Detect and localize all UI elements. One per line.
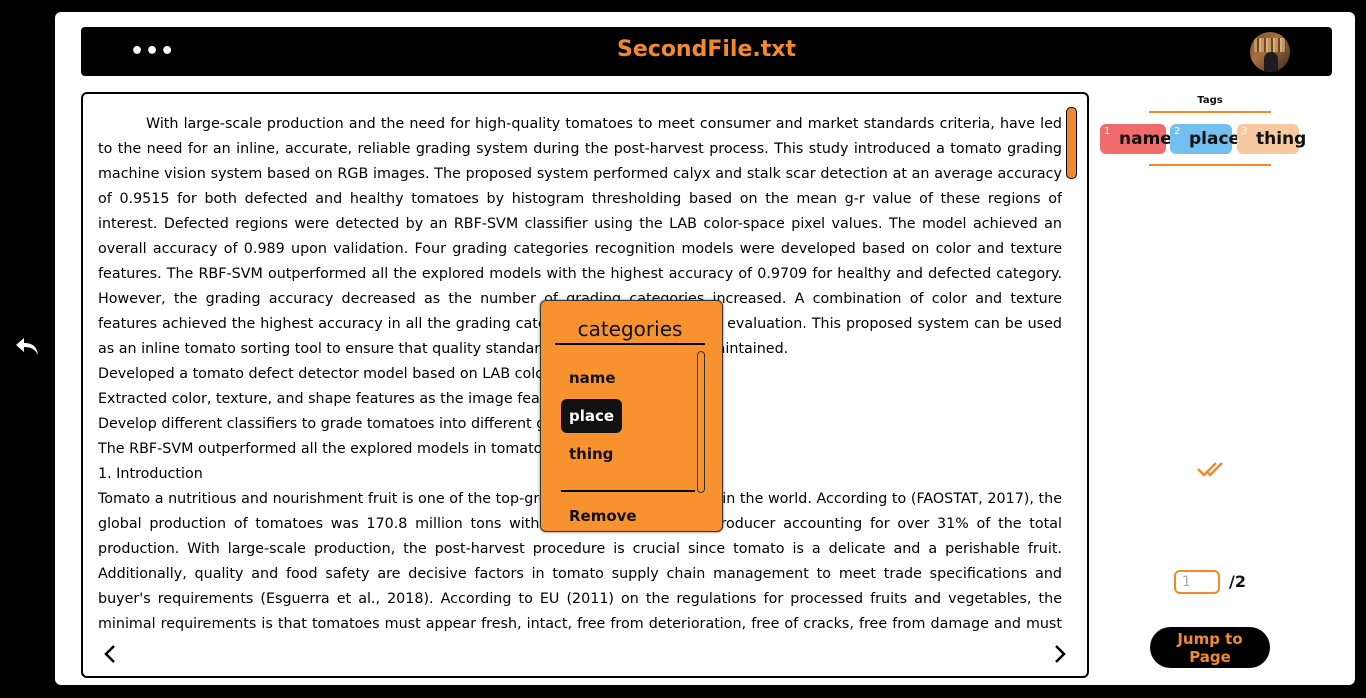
undo-arrow-icon[interactable] [14, 333, 42, 361]
tag-label: place [1189, 129, 1241, 149]
tag-thing[interactable]: 3 thing [1237, 124, 1306, 154]
double-check-icon[interactable] [1196, 459, 1226, 479]
page-total: /2 [1229, 572, 1246, 591]
tag-place[interactable]: 2 place [1170, 124, 1240, 154]
jump-to-page-button[interactable]: Jump to Page [1150, 627, 1270, 668]
file-title: SecondFile.txt [617, 37, 796, 62]
categories-popup: categories name place thing Remove [540, 300, 723, 532]
popup-scrollbar[interactable] [697, 351, 705, 493]
tag-number: 3 [1241, 126, 1248, 137]
remove-button[interactable]: Remove [569, 507, 637, 525]
tag-label: thing [1256, 129, 1307, 149]
top-bar: ••• SecondFile.txt [81, 27, 1332, 76]
divider [1149, 164, 1271, 166]
tag-number: 1 [1104, 126, 1111, 137]
tag-number: 2 [1174, 126, 1181, 137]
category-item-place[interactable]: place [561, 399, 623, 433]
page-number-input[interactable] [1174, 570, 1220, 594]
chevron-left-icon[interactable] [99, 642, 123, 666]
popup-title: categories [555, 317, 705, 345]
document-scrollbar[interactable] [1066, 107, 1077, 179]
tags-label: Tags [1197, 95, 1223, 106]
avatar[interactable] [1250, 32, 1290, 72]
category-item-thing[interactable]: thing [561, 437, 621, 471]
category-item-name[interactable]: name [561, 361, 624, 395]
divider [1149, 111, 1271, 113]
tag-label: name [1119, 129, 1172, 149]
divider [561, 490, 695, 492]
chevron-right-icon[interactable] [1047, 642, 1071, 666]
tag-name[interactable]: 1 name [1100, 124, 1172, 154]
